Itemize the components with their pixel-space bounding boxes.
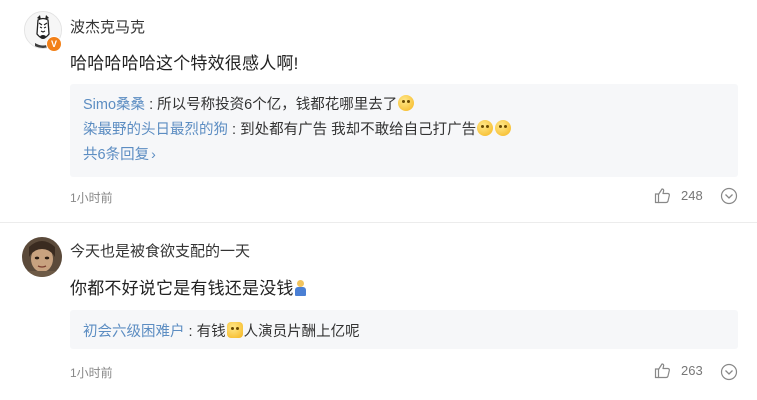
reply-username[interactable]: 初会六级困难户 <box>83 324 185 340</box>
smile-emoji-icon <box>477 120 494 136</box>
reply-text: 有钱 <box>196 324 226 340</box>
laugh-cry-emoji-icon <box>398 95 415 111</box>
comment-1: V 波杰克马克 哈哈哈哈哈这个特效很感人啊! Simo桑桑 : 所以号称投资6个… <box>0 0 757 223</box>
reply-separator: : <box>149 97 154 113</box>
verified-badge-icon: V <box>46 36 62 52</box>
username[interactable]: 今天也是被食欲支配的一天 <box>70 240 250 261</box>
reply-box: 初会六级困难户 : 有钱 人演员片酬上亿呢 <box>70 310 738 349</box>
more-replies-label: 共6条回复 <box>83 147 150 163</box>
timestamp: 1小时前 <box>70 191 113 205</box>
reply-item: 初会六级困难户 : 有钱 人演员片酬上亿呢 <box>83 320 360 341</box>
person-shrug-emoji-icon <box>294 280 307 296</box>
chevron-right-icon: › <box>151 146 156 162</box>
like-count: 248 <box>681 188 703 203</box>
smile-emoji-icon <box>495 120 512 136</box>
thumbs-up-icon <box>654 187 671 204</box>
comment-text: 你都不好说它是有钱还是没钱 <box>70 274 307 299</box>
reply-text: 所以号称投资6个亿，钱都花哪里去了 <box>157 97 398 113</box>
more-options-icon[interactable] <box>720 187 738 205</box>
reply-box: Simo桑桑 : 所以号称投资6个亿，钱都花哪里去了 染最野的头日最烈的狗 : … <box>70 84 738 177</box>
like-button[interactable]: 263 <box>654 362 703 379</box>
more-replies-link[interactable]: 共6条回复 › <box>83 143 156 164</box>
reply-text: 人演员片酬上亿呢 <box>243 324 360 340</box>
reply-text: 到处都有广告 我却不敢给自己打广告 <box>240 122 477 138</box>
more-options-icon[interactable] <box>720 363 738 381</box>
timestamp: 1小时前 <box>70 366 113 380</box>
comment-text: 哈哈哈哈哈这个特效很感人啊! <box>70 54 299 73</box>
reply-separator: : <box>232 122 237 138</box>
reply-separator: : <box>188 324 193 340</box>
reply-username[interactable]: Simo桑桑 <box>83 97 145 113</box>
comment-text-content: 你都不好说它是有钱还是没钱 <box>70 279 294 298</box>
like-button[interactable]: 248 <box>654 187 703 204</box>
thumbs-up-icon <box>654 362 671 379</box>
doge-emoji-icon <box>226 322 243 338</box>
reply-item: 染最野的头日最烈的狗 : 到处都有广告 我却不敢给自己打广告 <box>83 118 512 139</box>
avatar[interactable] <box>22 237 62 277</box>
like-count: 263 <box>681 363 703 378</box>
username[interactable]: 波杰克马克 <box>70 16 145 37</box>
reply-username[interactable]: 染最野的头日最烈的狗 <box>83 122 228 138</box>
reply-item: Simo桑桑 : 所以号称投资6个亿，钱都花哪里去了 <box>83 93 415 114</box>
comment-2: 今天也是被食欲支配的一天 你都不好说它是有钱还是没钱 初会六级困难户 : 有钱 人… <box>0 223 757 400</box>
